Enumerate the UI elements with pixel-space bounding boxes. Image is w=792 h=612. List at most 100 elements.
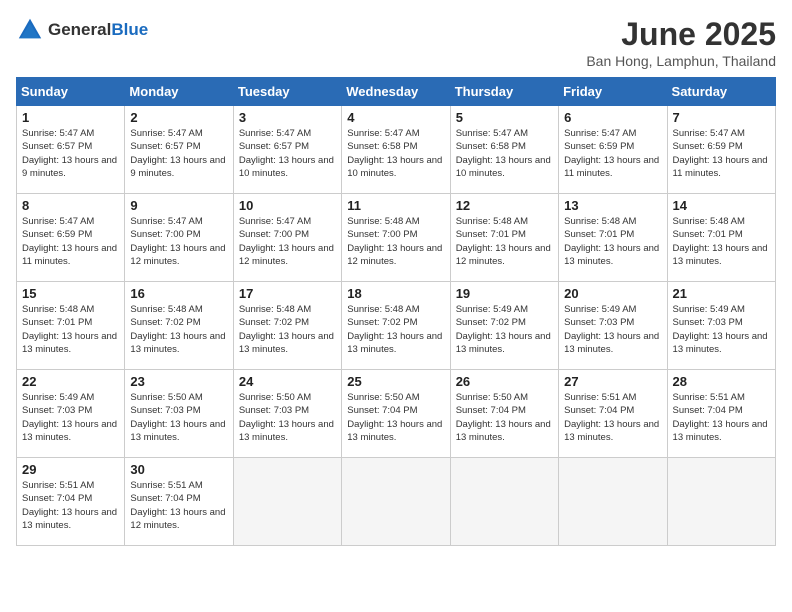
day-info: Sunrise: 5:47 AMSunset: 6:57 PMDaylight:… <box>130 127 227 180</box>
calendar-header-row: Sunday Monday Tuesday Wednesday Thursday… <box>17 78 776 106</box>
table-row <box>342 458 450 546</box>
day-number: 10 <box>239 198 336 213</box>
table-row: 18 Sunrise: 5:48 AMSunset: 7:02 PMDayligh… <box>342 282 450 370</box>
day-number: 30 <box>130 462 227 477</box>
day-info: Sunrise: 5:48 AMSunset: 7:01 PMDaylight:… <box>673 215 770 268</box>
day-number: 29 <box>22 462 119 477</box>
day-info: Sunrise: 5:48 AMSunset: 7:01 PMDaylight:… <box>22 303 119 356</box>
day-number: 13 <box>564 198 661 213</box>
logo-blue: Blue <box>111 20 148 39</box>
day-info: Sunrise: 5:47 AMSunset: 7:00 PMDaylight:… <box>130 215 227 268</box>
table-row: 28 Sunrise: 5:51 AMSunset: 7:04 PMDayligh… <box>667 370 775 458</box>
day-number: 7 <box>673 110 770 125</box>
table-row: 27Sunrise: 5:51 AMSunset: 7:04 PMDayligh… <box>559 370 667 458</box>
day-info: Sunrise: 5:48 AMSunset: 7:01 PMDaylight:… <box>564 215 661 268</box>
day-number: 21 <box>673 286 770 301</box>
table-row <box>450 458 558 546</box>
calendar-week-row: 29 Sunrise: 5:51 AMSunset: 7:04 PMDayligh… <box>17 458 776 546</box>
day-info: Sunrise: 5:49 AMSunset: 7:03 PMDaylight:… <box>564 303 661 356</box>
table-row: 25 Sunrise: 5:50 AMSunset: 7:04 PMDayligh… <box>342 370 450 458</box>
day-info: Sunrise: 5:49 AMSunset: 7:03 PMDaylight:… <box>673 303 770 356</box>
day-info: Sunrise: 5:47 AMSunset: 6:59 PMDaylight:… <box>673 127 770 180</box>
calendar-subtitle: Ban Hong, Lamphun, Thailand <box>586 53 776 69</box>
day-number: 22 <box>22 374 119 389</box>
day-number: 16 <box>130 286 227 301</box>
day-info: Sunrise: 5:47 AMSunset: 6:59 PMDaylight:… <box>564 127 661 180</box>
header-wednesday: Wednesday <box>342 78 450 106</box>
day-info: Sunrise: 5:49 AMSunset: 7:02 PMDaylight:… <box>456 303 553 356</box>
table-row: 23 Sunrise: 5:50 AMSunset: 7:03 PMDayligh… <box>125 370 233 458</box>
day-info: Sunrise: 5:47 AMSunset: 6:58 PMDaylight:… <box>456 127 553 180</box>
table-row <box>667 458 775 546</box>
day-info: Sunrise: 5:47 AMSunset: 6:59 PMDaylight:… <box>22 215 119 268</box>
day-number: 20 <box>564 286 661 301</box>
header-saturday: Saturday <box>667 78 775 106</box>
logo: GeneralBlue <box>16 16 148 44</box>
day-number: 14 <box>673 198 770 213</box>
day-info: Sunrise: 5:48 AMSunset: 7:02 PMDaylight:… <box>347 303 444 356</box>
table-row: 10Sunrise: 5:47 AMSunset: 7:00 PMDayligh… <box>233 194 341 282</box>
day-info: Sunrise: 5:51 AMSunset: 7:04 PMDaylight:… <box>130 479 227 532</box>
day-number: 3 <box>239 110 336 125</box>
title-area: June 2025 Ban Hong, Lamphun, Thailand <box>586 16 776 69</box>
table-row: 20 Sunrise: 5:49 AMSunset: 7:03 PMDayligh… <box>559 282 667 370</box>
day-number: 23 <box>130 374 227 389</box>
day-info: Sunrise: 5:51 AMSunset: 7:04 PMDaylight:… <box>564 391 661 444</box>
table-row: 11Sunrise: 5:48 AMSunset: 7:00 PMDayligh… <box>342 194 450 282</box>
day-number: 4 <box>347 110 444 125</box>
table-row: 26Sunrise: 5:50 AMSunset: 7:04 PMDayligh… <box>450 370 558 458</box>
header-sunday: Sunday <box>17 78 125 106</box>
table-row: 19 Sunrise: 5:49 AMSunset: 7:02 PMDayligh… <box>450 282 558 370</box>
day-info: Sunrise: 5:48 AMSunset: 7:02 PMDaylight:… <box>239 303 336 356</box>
table-row: 14 Sunrise: 5:48 AMSunset: 7:01 PMDayligh… <box>667 194 775 282</box>
day-info: Sunrise: 5:47 AMSunset: 6:57 PMDaylight:… <box>22 127 119 180</box>
calendar-week-row: 8 Sunrise: 5:47 AMSunset: 6:59 PMDaylight… <box>17 194 776 282</box>
header-tuesday: Tuesday <box>233 78 341 106</box>
day-number: 15 <box>22 286 119 301</box>
table-row: 9 Sunrise: 5:47 AMSunset: 7:00 PMDaylight… <box>125 194 233 282</box>
day-number: 28 <box>673 374 770 389</box>
day-number: 25 <box>347 374 444 389</box>
day-number: 19 <box>456 286 553 301</box>
day-number: 1 <box>22 110 119 125</box>
day-info: Sunrise: 5:51 AMSunset: 7:04 PMDaylight:… <box>673 391 770 444</box>
logo-general: General <box>48 20 111 39</box>
calendar-week-row: 15 Sunrise: 5:48 AMSunset: 7:01 PMDayligh… <box>17 282 776 370</box>
header-thursday: Thursday <box>450 78 558 106</box>
table-row <box>559 458 667 546</box>
day-info: Sunrise: 5:47 AMSunset: 6:58 PMDaylight:… <box>347 127 444 180</box>
table-row: 24 Sunrise: 5:50 AMSunset: 7:03 PMDayligh… <box>233 370 341 458</box>
table-row: 12Sunrise: 5:48 AMSunset: 7:01 PMDayligh… <box>450 194 558 282</box>
day-info: Sunrise: 5:50 AMSunset: 7:04 PMDaylight:… <box>347 391 444 444</box>
calendar-title: June 2025 <box>586 16 776 53</box>
table-row: 3 Sunrise: 5:47 AMSunset: 6:57 PMDaylight… <box>233 106 341 194</box>
table-row: 2Sunrise: 5:47 AMSunset: 6:57 PMDaylight… <box>125 106 233 194</box>
day-number: 8 <box>22 198 119 213</box>
day-number: 17 <box>239 286 336 301</box>
day-info: Sunrise: 5:47 AMSunset: 6:57 PMDaylight:… <box>239 127 336 180</box>
day-info: Sunrise: 5:50 AMSunset: 7:04 PMDaylight:… <box>456 391 553 444</box>
header-monday: Monday <box>125 78 233 106</box>
day-number: 9 <box>130 198 227 213</box>
day-number: 18 <box>347 286 444 301</box>
table-row: 13 Sunrise: 5:48 AMSunset: 7:01 PMDayligh… <box>559 194 667 282</box>
day-number: 12 <box>456 198 553 213</box>
day-number: 5 <box>456 110 553 125</box>
calendar-week-row: 22 Sunrise: 5:49 AMSunset: 7:03 PMDayligh… <box>17 370 776 458</box>
day-info: Sunrise: 5:49 AMSunset: 7:03 PMDaylight:… <box>22 391 119 444</box>
day-info: Sunrise: 5:48 AMSunset: 7:00 PMDaylight:… <box>347 215 444 268</box>
table-row: 21 Sunrise: 5:49 AMSunset: 7:03 PMDayligh… <box>667 282 775 370</box>
table-row: 6 Sunrise: 5:47 AMSunset: 6:59 PMDaylight… <box>559 106 667 194</box>
table-row: 29 Sunrise: 5:51 AMSunset: 7:04 PMDayligh… <box>17 458 125 546</box>
logo-icon <box>16 16 44 44</box>
table-row: 30 Sunrise: 5:51 AMSunset: 7:04 PMDayligh… <box>125 458 233 546</box>
table-row: 1 Sunrise: 5:47 AMSunset: 6:57 PMDaylight… <box>17 106 125 194</box>
day-number: 24 <box>239 374 336 389</box>
day-number: 6 <box>564 110 661 125</box>
header-friday: Friday <box>559 78 667 106</box>
day-info: Sunrise: 5:50 AMSunset: 7:03 PMDaylight:… <box>130 391 227 444</box>
table-row: 22 Sunrise: 5:49 AMSunset: 7:03 PMDayligh… <box>17 370 125 458</box>
day-info: Sunrise: 5:51 AMSunset: 7:04 PMDaylight:… <box>22 479 119 532</box>
table-row: 5 Sunrise: 5:47 AMSunset: 6:58 PMDaylight… <box>450 106 558 194</box>
day-info: Sunrise: 5:50 AMSunset: 7:03 PMDaylight:… <box>239 391 336 444</box>
